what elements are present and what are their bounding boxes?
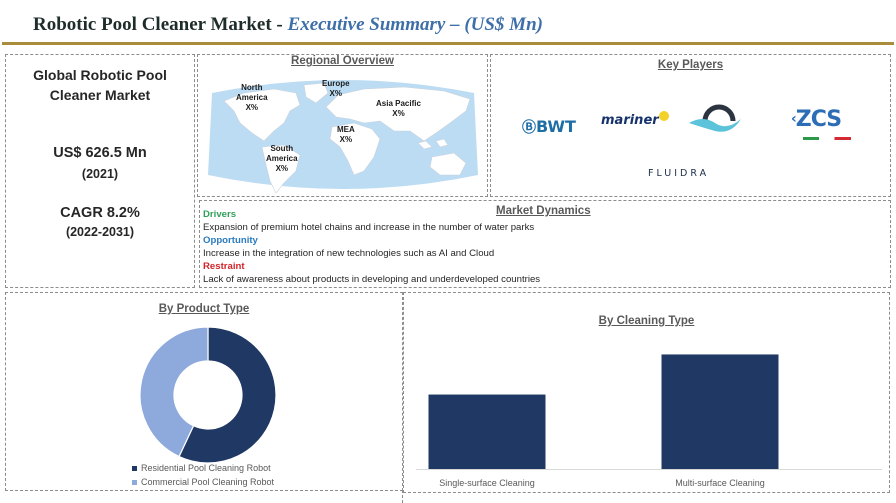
wave-logo: [689, 104, 741, 132]
regional-overview-title: Regional Overview: [291, 55, 394, 67]
region-label-mea: MEA X%: [337, 125, 355, 144]
region-label-asia-pacific: Asia Pacific X%: [376, 99, 421, 118]
product-type-donut-chart: [139, 326, 277, 464]
region-label-europe: Europe X%: [322, 79, 350, 98]
summary-heading: Global Robotic Pool Cleaner Market: [33, 67, 167, 103]
legend-swatch-residential: [132, 466, 137, 472]
regional-overview-panel: Regional Overview North America X% Europe X…: [197, 54, 488, 197]
bwt-logo: ⒷBWT: [522, 117, 576, 136]
italian-flag-stripe: [803, 137, 851, 140]
drivers-label: Drivers: [203, 209, 237, 220]
opportunity-label: Opportunity: [203, 235, 258, 246]
cagr-period: (2022-2031): [65, 225, 135, 239]
legend-swatch-commercial: [132, 480, 137, 486]
restraint-text: Lack of awareness about products in deve…: [203, 274, 541, 285]
title-main: Robotic Pool Cleaner Market -: [33, 14, 288, 35]
region-label-north-america: North America X%: [236, 83, 268, 112]
market-dynamics-panel: Market Dynamics Drivers Expansion of pre…: [199, 200, 891, 288]
x-tick-label: Single-surface Cleaning: [439, 478, 535, 488]
cagr-value: CAGR 8.2%: [60, 205, 140, 221]
page-title: Robotic Pool Cleaner Market - Executive …: [33, 14, 543, 36]
divider-tick: [402, 490, 404, 503]
key-players-panel: Key Players ⒷBWT mariner ‹ZCS FLUIDRA: [490, 54, 891, 197]
title-subtitle: Executive Summary – (US$ Mn): [287, 14, 543, 35]
market-value: US$ 626.5 Mn: [53, 145, 147, 161]
product-type-title: By Product Type: [158, 303, 250, 315]
legend-item-residential: Residential Pool Cleaning Robot: [132, 463, 271, 473]
key-players-title: Key Players: [657, 59, 724, 71]
product-type-panel: By Product Type Residential Pool Cleanin…: [5, 292, 403, 491]
bar-multi-surface: [661, 354, 779, 469]
bar-single-surface: [428, 394, 546, 469]
mariner-logo: mariner: [601, 111, 669, 128]
cleaning-type-bar-chart: Single-surface Cleaning Multi-surface Cle…: [416, 354, 882, 488]
cleaning-type-panel: By Cleaning Type Single-surface Cleaning…: [403, 292, 890, 493]
title-divider: [2, 42, 894, 45]
opportunity-text: Increase in the integration of new techn…: [203, 248, 495, 259]
restraint-label: Restraint: [203, 261, 245, 272]
drivers-text: Expansion of premium hotel chains and in…: [203, 222, 535, 233]
zcs-logo: ‹ZCS: [791, 107, 851, 140]
fluidra-logo: FLUIDRA: [648, 168, 710, 179]
region-label-south-america: South America X%: [266, 144, 298, 173]
market-summary-panel: Global Robotic Pool Cleaner Market US$ 6…: [5, 54, 195, 288]
mariner-sun-icon: [659, 111, 669, 121]
legend-item-commercial: Commercial Pool Cleaning Robot: [132, 477, 274, 487]
x-tick-label: Multi-surface Cleaning: [675, 478, 765, 488]
market-dynamics-title: Market Dynamics: [496, 205, 591, 217]
market-value-year: (2021): [81, 167, 119, 181]
